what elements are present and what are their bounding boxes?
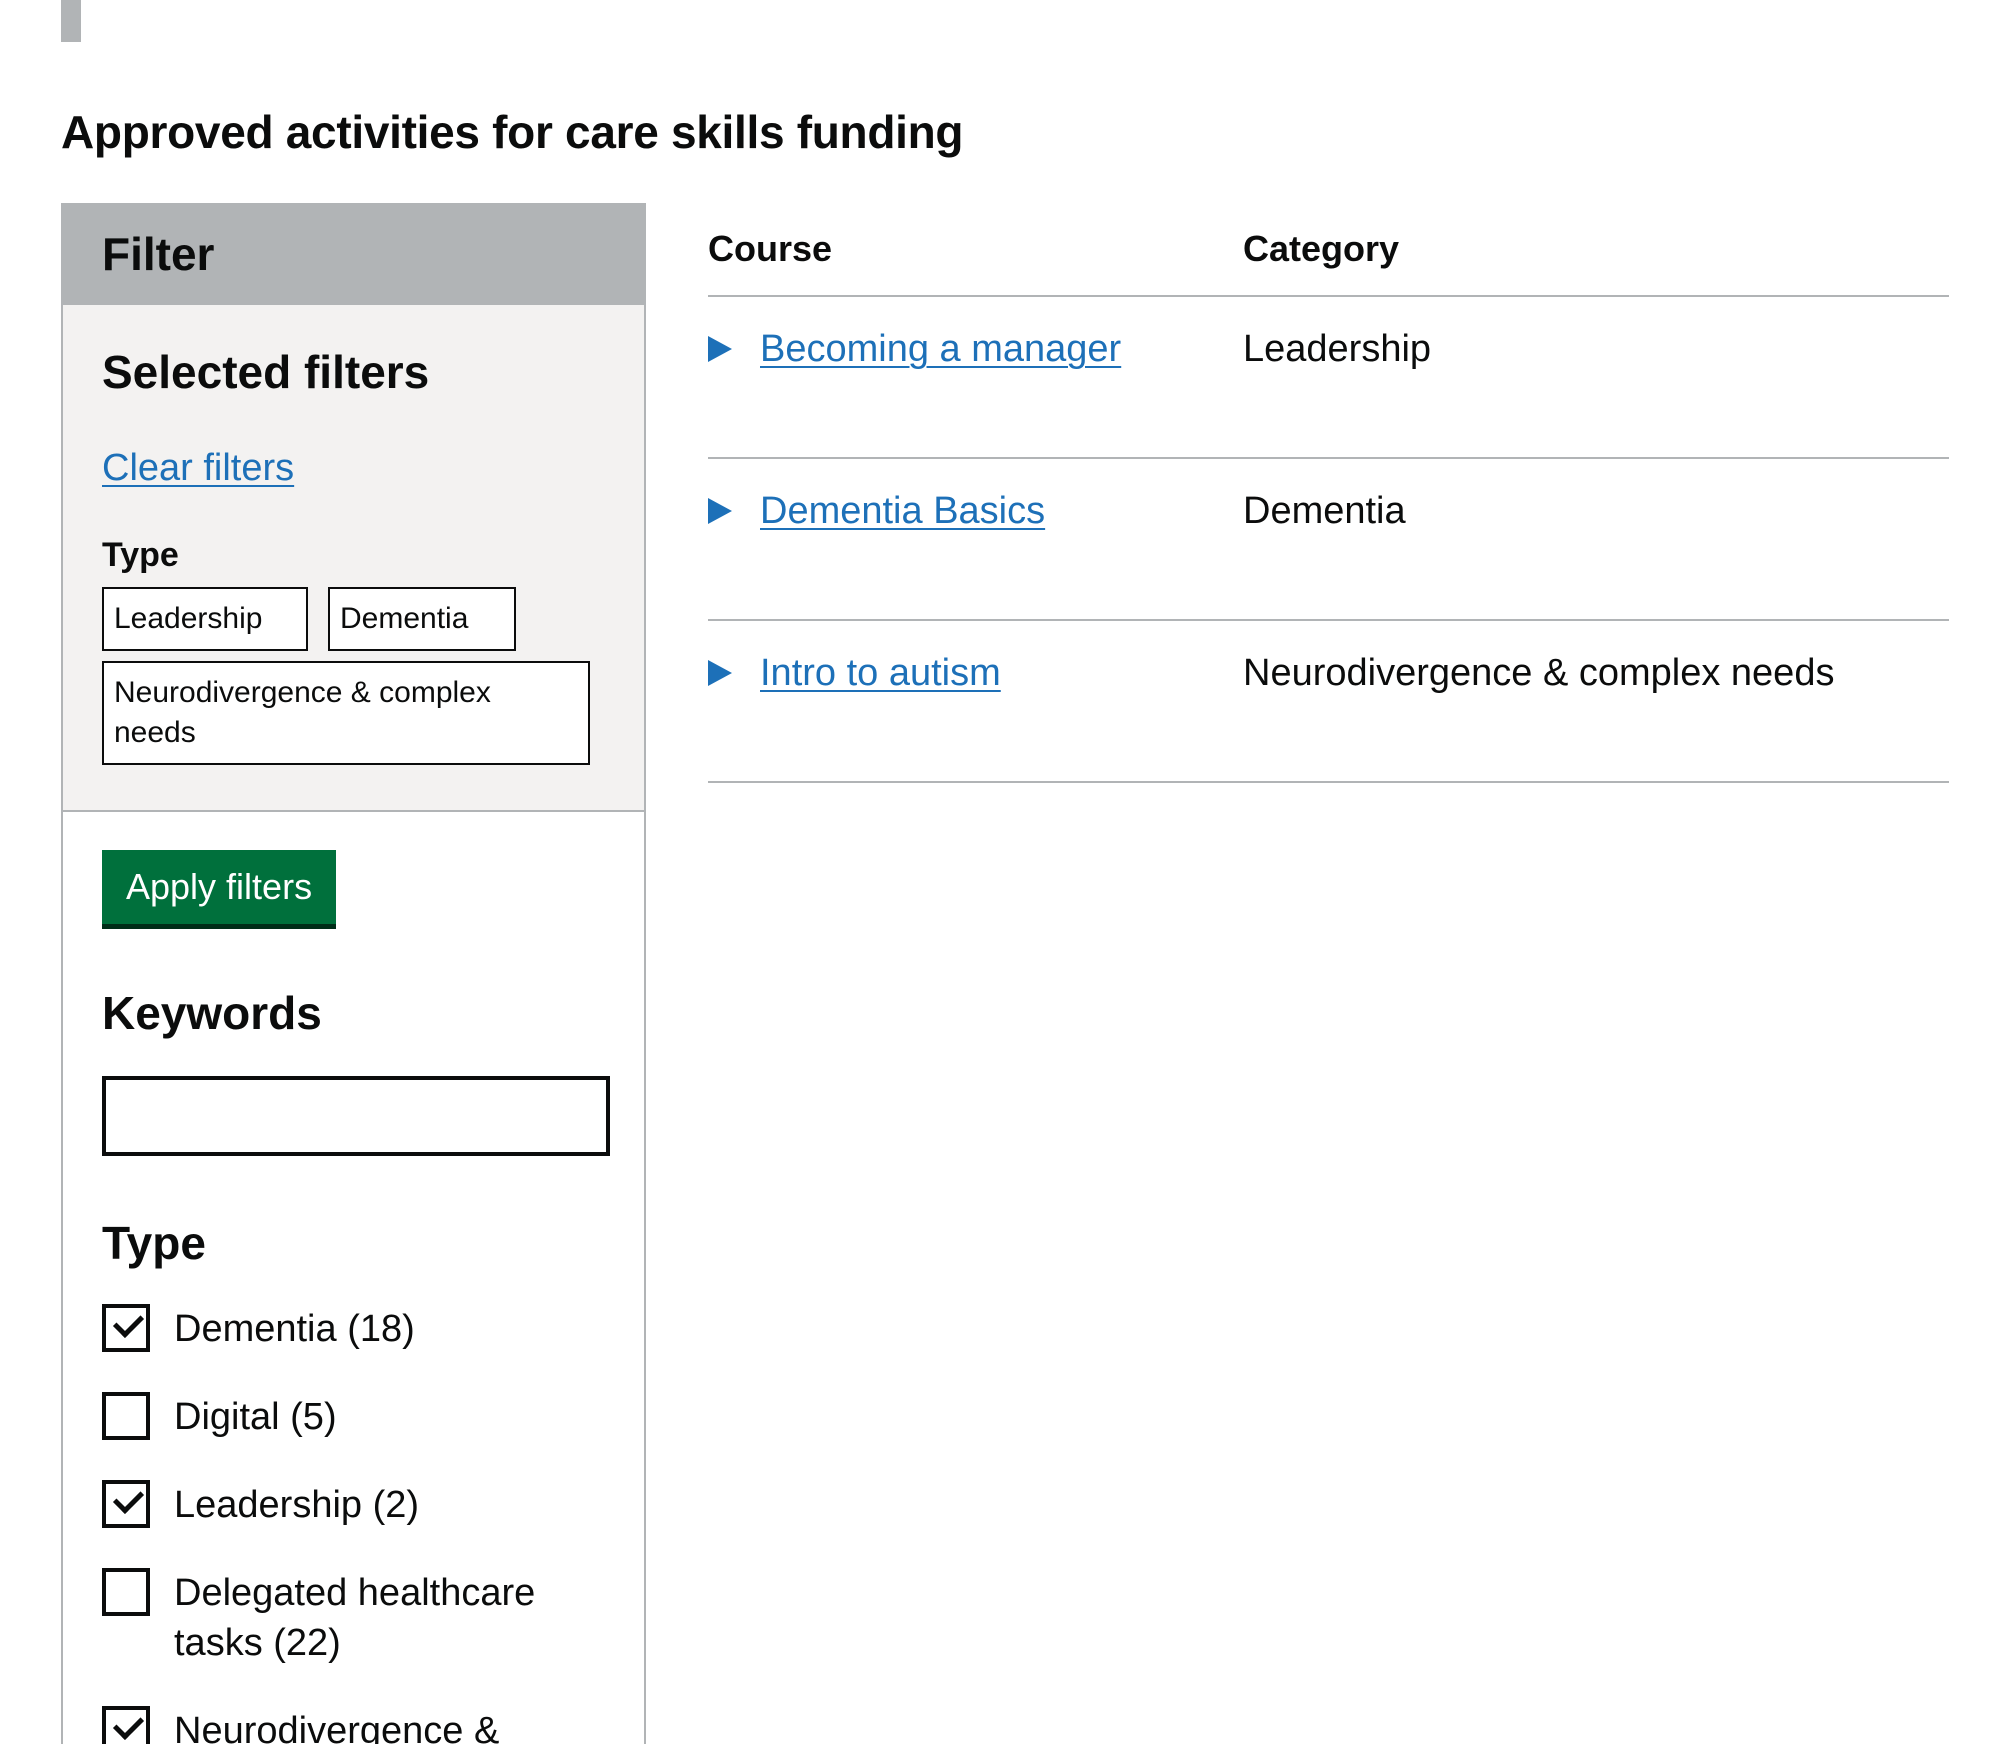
filter-tag-neurodivergence[interactable]: Neurodivergence & complex needs	[102, 661, 590, 765]
filter-heading: Filter	[102, 228, 215, 280]
type-option-label: Dementia (18)	[174, 1308, 415, 1350]
selected-filters: Selected filters Clear filters Type Lead…	[63, 305, 644, 812]
keywords-heading: Keywords	[102, 987, 322, 1039]
results-table: Course Category Becoming a manager Leade…	[708, 203, 1949, 783]
category-cell: Dementia	[1243, 490, 1406, 532]
course-link[interactable]: Dementia Basics	[760, 485, 1045, 537]
filter-tag-dementia[interactable]: Dementia	[328, 587, 516, 651]
type-option-delegated-healthcare[interactable]: Delegated healthcare tasks (22)	[102, 1568, 605, 1668]
page: Approved activities for care skills fund…	[0, 0, 2000, 1744]
selected-tags: Leadership Dementia Neurodivergence & co…	[102, 587, 605, 765]
inset-text-border	[61, 0, 81, 42]
table-row: Dementia Basics Dementia	[708, 459, 1949, 621]
table-header: Course Category	[708, 203, 1949, 297]
course-cell: Becoming a manager	[708, 323, 1243, 375]
type-option-dementia[interactable]: Dementia (18)	[102, 1304, 605, 1354]
apply-filters-button[interactable]: Apply filters	[102, 850, 337, 924]
checkbox[interactable]	[102, 1480, 150, 1528]
course-link[interactable]: Intro to autism	[760, 647, 1001, 699]
filter-tag-leadership[interactable]: Leadership	[102, 587, 308, 651]
column-header-category: Category	[1243, 228, 1400, 269]
type-option-label: Delegated healthcare tasks (22)	[174, 1572, 536, 1664]
type-option-digital[interactable]: Digital (5)	[102, 1392, 605, 1442]
type-heading: Type	[102, 1217, 206, 1269]
checkbox[interactable]	[102, 1568, 150, 1616]
filter-options: Apply filters Keywords Type Dementia (18…	[63, 812, 644, 1744]
filter-panel: Filter Selected filters Clear filters Ty…	[61, 203, 646, 1744]
type-option-label: Neurodivergence &	[174, 1710, 500, 1744]
type-option-label: Digital (5)	[174, 1396, 337, 1438]
selected-type-label: Type	[102, 536, 179, 574]
page-title: Approved activities for care skills fund…	[61, 106, 964, 158]
expand-triangle-icon[interactable]	[708, 498, 732, 524]
table-row: Intro to autism Neurodivergence & comple…	[708, 621, 1949, 783]
type-option-label: Leadership (2)	[174, 1484, 420, 1526]
checkbox[interactable]	[102, 1392, 150, 1440]
checkmark-icon	[112, 1482, 145, 1515]
filter-header: Filter	[63, 203, 644, 305]
checkbox[interactable]	[102, 1304, 150, 1352]
category-cell: Leadership	[1243, 328, 1432, 370]
type-option-neurodivergence[interactable]: Neurodivergence &	[102, 1706, 605, 1744]
column-header-course: Course	[708, 228, 833, 269]
expand-triangle-icon[interactable]	[708, 660, 732, 686]
selected-filters-heading: Selected filters	[102, 346, 430, 398]
keywords-input[interactable]	[102, 1076, 610, 1156]
table-row: Becoming a manager Leadership	[708, 297, 1949, 459]
type-checkboxes: Dementia (18) Digital (5) Leadership (2)…	[102, 1304, 605, 1744]
course-link[interactable]: Becoming a manager	[760, 323, 1121, 375]
expand-triangle-icon[interactable]	[708, 336, 732, 362]
checkbox[interactable]	[102, 1706, 150, 1744]
type-option-leadership[interactable]: Leadership (2)	[102, 1480, 605, 1530]
checkmark-icon	[112, 1306, 145, 1339]
category-cell: Neurodivergence & complex needs	[1243, 652, 1835, 694]
course-cell: Dementia Basics	[708, 485, 1243, 537]
checkmark-icon	[112, 1708, 145, 1741]
course-cell: Intro to autism	[708, 647, 1243, 699]
clear-filters-link[interactable]: Clear filters	[102, 447, 294, 490]
